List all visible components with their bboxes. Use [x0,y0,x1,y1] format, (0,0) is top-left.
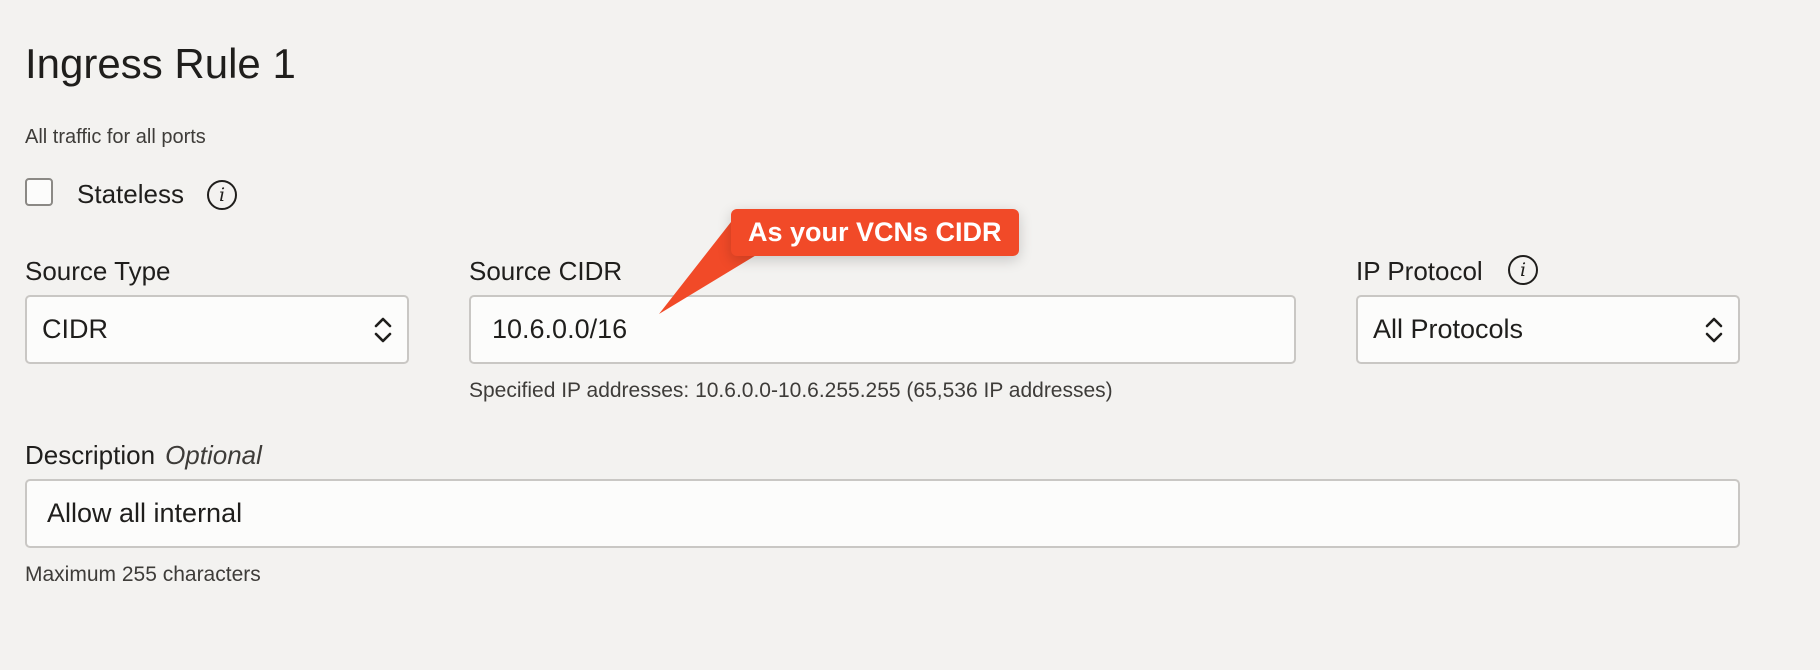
ip-protocol-label: IP Protocol [1356,256,1483,286]
description-label: Description Optional [25,439,262,471]
stateless-label[interactable]: Stateless [77,178,184,210]
source-cidr-input[interactable]: 10.6.0.0/16 [469,295,1296,364]
optional-tag: Optional [165,440,262,470]
callout-annotation: As your VCNs CIDR [731,209,1019,256]
source-type-label: Source Type [25,256,171,286]
chevron-up-down-icon [374,317,392,343]
ip-protocol-value: All Protocols [1373,314,1524,344]
chevron-up-down-icon [1705,317,1723,343]
info-icon[interactable]: i [207,180,237,210]
source-cidr-value: 10.6.0.0/16 [492,314,628,344]
ip-protocol-select[interactable]: All Protocols [1356,295,1740,364]
rule-title: Ingress Rule 1 [25,40,296,87]
info-icon[interactable]: i [1508,255,1538,285]
description-label-text: Description [25,440,156,470]
description-input[interactable]: Allow all internal [25,479,1740,548]
source-type-select[interactable]: CIDR [25,295,409,364]
rule-subtitle: All traffic for all ports [25,126,206,148]
source-cidr-label: Source CIDR [469,256,623,286]
description-value: Allow all internal [47,498,243,528]
source-cidr-hint: Specified IP addresses: 10.6.0.0-10.6.25… [469,379,1113,402]
source-type-value: CIDR [42,314,108,344]
stateless-checkbox[interactable] [25,178,53,206]
description-hint: Maximum 255 characters [25,563,261,586]
